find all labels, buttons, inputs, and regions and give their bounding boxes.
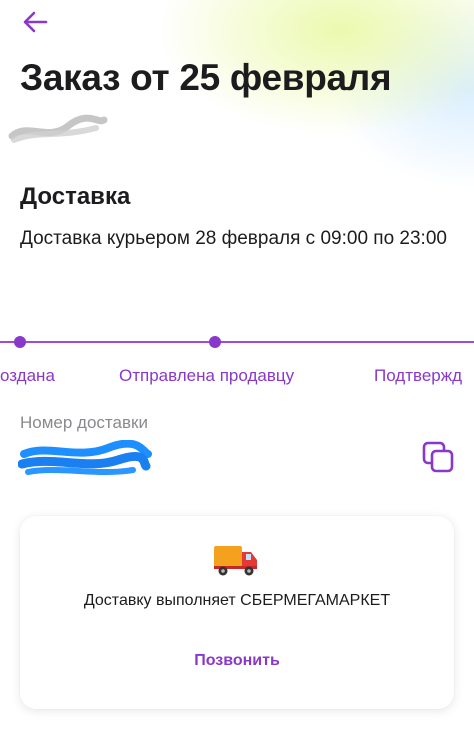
page-title: Заказ от 25 февраля bbox=[20, 57, 392, 98]
redacted-order-number bbox=[8, 114, 108, 143]
redacted-delivery-number bbox=[18, 440, 152, 475]
track-line bbox=[0, 341, 474, 343]
status-step-created: оздана bbox=[0, 366, 55, 385]
call-button[interactable]: Позвонить bbox=[170, 648, 304, 674]
track-dot bbox=[14, 336, 26, 348]
copy-icon bbox=[422, 441, 454, 473]
delivery-heading: Доставка bbox=[20, 183, 131, 210]
delivery-truck-icon bbox=[214, 546, 257, 576]
status-step-sent-to-seller: Отправлена продавцу bbox=[119, 366, 295, 385]
order-status-track bbox=[0, 332, 474, 352]
back-button[interactable] bbox=[20, 8, 50, 36]
track-dot bbox=[209, 336, 221, 348]
delivery-number-label: Номер доставки bbox=[20, 413, 148, 432]
courier-description: Доставку выполняет СБЕРМЕГАМАРКЕТ bbox=[83, 592, 391, 609]
status-step-confirmed: Подтвержд bbox=[374, 366, 463, 385]
courier-card: Доставку выполняет СБЕРМЕГАМАРКЕТ Позвон… bbox=[20, 516, 454, 709]
delivery-description: Доставка курьером 28 февраля с 09:00 по … bbox=[20, 228, 447, 249]
copy-delivery-number-button[interactable] bbox=[418, 438, 458, 476]
arrow-left-icon bbox=[23, 11, 48, 33]
